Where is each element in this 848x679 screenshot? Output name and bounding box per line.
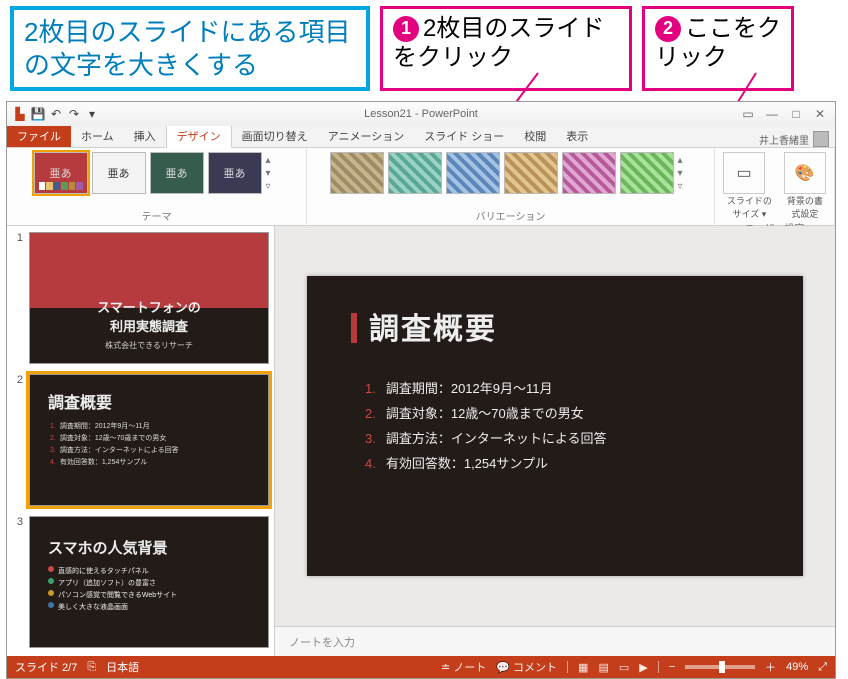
tab-transitions[interactable]: 画面切り替え bbox=[232, 124, 318, 147]
normal-view-icon[interactable]: ▦ bbox=[578, 661, 588, 674]
thumb-number: 2 bbox=[11, 374, 23, 506]
variation-swatch[interactable] bbox=[620, 152, 674, 194]
variation-swatch[interactable] bbox=[562, 152, 616, 194]
tab-design[interactable]: デザイン bbox=[166, 123, 232, 148]
close-icon[interactable]: ✕ bbox=[811, 107, 829, 121]
tab-file[interactable]: ファイル bbox=[7, 124, 71, 147]
thumb-number: 3 bbox=[11, 516, 23, 648]
instruction-callout: 2枚目のスライドにある項目の文字を大きくする bbox=[10, 6, 370, 91]
zoom-level[interactable]: 49% bbox=[786, 661, 808, 673]
minimize-icon[interactable]: — bbox=[763, 107, 781, 121]
status-comments-button[interactable]: 💬 コメント bbox=[496, 659, 557, 675]
step1-number: 1 bbox=[393, 16, 419, 42]
redo-icon[interactable]: ↷ bbox=[67, 107, 81, 121]
themes-scroll-up-icon[interactable]: ▴ bbox=[266, 155, 280, 166]
status-spellcheck-icon[interactable]: ⎘ bbox=[87, 661, 96, 674]
theme-swatch[interactable]: 亜あ bbox=[34, 152, 88, 194]
zoom-in-icon[interactable]: ＋ bbox=[765, 659, 776, 675]
zoom-slider[interactable] bbox=[685, 665, 755, 669]
variations-gallery: ▴ ▾ ▿ bbox=[330, 152, 692, 194]
tab-view[interactable]: 表示 bbox=[556, 124, 598, 147]
undo-icon[interactable]: ↶ bbox=[49, 107, 63, 121]
window-title: Lesson21 - PowerPoint bbox=[364, 108, 478, 120]
tab-slideshow[interactable]: スライド ショー bbox=[414, 124, 514, 147]
reading-view-icon[interactable]: ▭ bbox=[619, 661, 629, 674]
thumb-number: 1 bbox=[11, 232, 23, 364]
avatar bbox=[813, 131, 829, 147]
fit-to-window-icon[interactable]: ⤢ bbox=[818, 661, 827, 674]
start-icon[interactable]: ▾ bbox=[85, 107, 99, 121]
status-slide-number: スライド 2/7 bbox=[15, 659, 77, 675]
variations-more-icon[interactable]: ▿ bbox=[678, 181, 692, 192]
theme-swatch[interactable]: 亜あ bbox=[208, 152, 262, 194]
tab-animations[interactable]: アニメーション bbox=[318, 124, 415, 147]
slide-editor[interactable]: 調査概要 1.調査期間：2012年9月～11月 2.調査対象：12歳～70歳まで… bbox=[307, 276, 803, 576]
powerpoint-window: ▙ 💾 ↶ ↷ ▾ Lesson21 - PowerPoint ▭ — □ ✕ … bbox=[6, 101, 836, 679]
themes-more-icon[interactable]: ▿ bbox=[266, 181, 280, 192]
themes-scroll-down-icon[interactable]: ▾ bbox=[266, 168, 280, 179]
sorter-view-icon[interactable]: ▤ bbox=[598, 661, 608, 674]
slide-title[interactable]: 調査概要 bbox=[351, 304, 497, 348]
status-bar: スライド 2/7 ⎘ 日本語 ≐ ノート 💬 コメント ▦ ▤ ▭ ▶ − ＋ … bbox=[7, 656, 835, 678]
titlebar: ▙ 💾 ↶ ↷ ▾ Lesson21 - PowerPoint ▭ — □ ✕ bbox=[7, 102, 835, 126]
ribbon-tabs: ファイル ホーム 挿入 デザイン 画面切り替え アニメーション スライド ショー… bbox=[7, 126, 835, 148]
tab-home[interactable]: ホーム bbox=[71, 124, 124, 147]
save-icon[interactable]: 💾 bbox=[31, 107, 45, 121]
background-format-button[interactable]: 🎨 bbox=[784, 152, 826, 194]
maximize-icon[interactable]: □ bbox=[787, 107, 805, 121]
slide-thumbnail-3[interactable]: スマホの人気背景 直感的に使えるタッチパネル アプリ（追加ソフト）の豊富さ パソ… bbox=[29, 516, 269, 648]
variation-swatch[interactable] bbox=[330, 152, 384, 194]
status-notes-button[interactable]: ≐ ノート bbox=[441, 659, 486, 675]
signed-in-user[interactable]: 井上香緒里 bbox=[759, 131, 835, 147]
step2-number: 2 bbox=[655, 16, 681, 42]
variation-swatch[interactable] bbox=[446, 152, 500, 194]
variations-scroll-up-icon[interactable]: ▴ bbox=[678, 155, 692, 166]
variations-group-label: バリエーション bbox=[476, 208, 546, 223]
theme-swatch[interactable]: 亜あ bbox=[150, 152, 204, 194]
variation-swatch[interactable] bbox=[388, 152, 442, 194]
step2-callout: 2ここをクリック bbox=[642, 6, 794, 91]
app-icon: ▙ bbox=[13, 107, 27, 121]
slide-thumbnails-panel: 1 スマートフォンの利用実態調査 株式会社できるリサーチ 2 調査概要 1.調査… bbox=[7, 226, 275, 656]
tab-review[interactable]: 校閲 bbox=[514, 124, 556, 147]
status-language[interactable]: 日本語 bbox=[106, 659, 139, 675]
zoom-out-icon[interactable]: − bbox=[669, 661, 675, 673]
slide-thumbnail-2[interactable]: 調査概要 1.調査期間：2012年9月～11月 2.調査対象：12歳～70歳まで… bbox=[29, 374, 269, 506]
slide-thumbnail-1[interactable]: スマートフォンの利用実態調査 株式会社できるリサーチ bbox=[29, 232, 269, 364]
slide-body-placeholder[interactable]: 1.調査期間：2012年9月～11月 2.調査対象：12歳～70歳までの男女 3… bbox=[365, 372, 606, 478]
slide-size-button[interactable]: ▭ bbox=[723, 152, 765, 194]
tab-insert[interactable]: 挿入 bbox=[124, 124, 166, 147]
variations-scroll-down-icon[interactable]: ▾ bbox=[678, 168, 692, 179]
step1-callout: 12枚目のスライドをクリック bbox=[380, 6, 632, 91]
notes-pane[interactable]: ノートを入力 bbox=[275, 626, 835, 656]
ribbon-options-icon[interactable]: ▭ bbox=[739, 107, 757, 121]
themes-group-label: テーマ bbox=[142, 208, 172, 223]
slideshow-view-icon[interactable]: ▶ bbox=[639, 661, 647, 674]
ribbon-design: 亜あ 亜あ 亜あ 亜あ ▴ ▾ ▿ テーマ bbox=[7, 148, 835, 226]
variation-swatch[interactable] bbox=[504, 152, 558, 194]
theme-swatch[interactable]: 亜あ bbox=[92, 152, 146, 194]
